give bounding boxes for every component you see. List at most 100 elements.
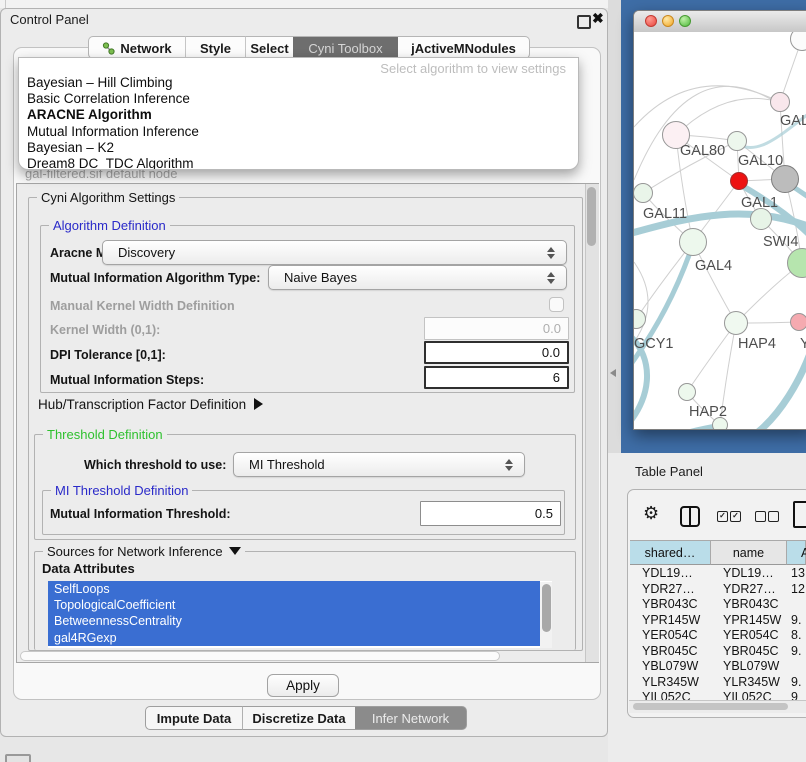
table-body: YDL19…YDL19…13YDR27…YDR27…12YBR043CYBR04… [630, 566, 806, 700]
algorithm-option[interactable]: ARACNE Algorithm [23, 107, 574, 123]
network-canvas[interactable]: GALGAL80GAL10GAL1GAL11SWI4GAL4GCY1HAP4YH… [634, 32, 806, 429]
gear-icon[interactable]: ⚙ [643, 503, 659, 524]
table-hscrollbar-track[interactable] [629, 700, 806, 713]
close-window-icon[interactable] [645, 15, 657, 27]
mi-type-select[interactable]: Naive Bayes [268, 265, 567, 290]
settings-vscrollbar-track[interactable] [585, 184, 599, 662]
columns-icon[interactable] [680, 506, 700, 527]
stepper-arrows-icon [505, 459, 513, 471]
manual-kernel-checkbox[interactable] [549, 297, 564, 312]
settings-hscrollbar-thumb[interactable] [20, 651, 500, 661]
algorithm-dropdown-placeholder: Select algorithm to view settings [380, 61, 566, 76]
table-hscrollbar-thumb[interactable] [633, 703, 788, 710]
mi-steps-input[interactable]: 6 [424, 366, 569, 389]
table-cell: 9. [787, 613, 806, 629]
mi-threshold-input[interactable]: 0.5 [420, 501, 561, 526]
table-row[interactable]: YER054CYER054C8. [630, 628, 806, 644]
checked-checkbox-icon[interactable]: ✓ [717, 511, 728, 522]
data-attributes-list[interactable]: SelfLoopsTopologicalCoefficientBetweenne… [48, 581, 552, 648]
algorithm-option[interactable]: Dream8 DC_TDC Algorithm [23, 156, 574, 170]
algorithm-option[interactable]: Bayesian – K2 [23, 140, 574, 156]
network-node-label: GCY1 [634, 336, 674, 352]
table-row[interactable]: YBR043CYBR043C [630, 597, 806, 613]
algorithm-option[interactable]: Mutual Information Inference [23, 124, 574, 140]
algorithm-option[interactable]: Basic Correlation Inference [23, 91, 574, 107]
table-cell: YLR345W [630, 675, 711, 691]
network-window[interactable]: GALGAL80GAL10GAL1GAL11SWI4GAL4GCY1HAP4YH… [633, 10, 806, 430]
tab-discretize-data[interactable]: Discretize Data [242, 706, 355, 730]
apply-button[interactable]: Apply [267, 674, 339, 697]
network-node[interactable] [771, 165, 799, 193]
dpi-tolerance-input[interactable]: 0.0 [424, 341, 569, 364]
sources-legend-label: Sources for Network Inference [47, 544, 223, 559]
network-node[interactable] [730, 172, 748, 190]
network-node[interactable] [724, 311, 748, 335]
list-scrollbar-thumb[interactable] [542, 584, 551, 632]
table-cell: 8. [787, 628, 806, 644]
which-threshold-select[interactable]: MI Threshold [233, 452, 525, 477]
table-cell: 13 [787, 566, 806, 582]
unchecked-checkbox-icon[interactable] [768, 511, 779, 522]
tab-impute-data[interactable]: Impute Data [145, 706, 242, 730]
table-cell: YIL052C [711, 690, 787, 700]
sources-legend[interactable]: Sources for Network Inference [43, 544, 245, 559]
column-header-name[interactable]: name [711, 540, 787, 565]
table-cell: YPR145W [711, 613, 787, 629]
data-attribute-item[interactable]: BetweennessCentrality [48, 613, 540, 629]
float-panel-icon[interactable] [577, 15, 591, 29]
tab-jactivemnodules[interactable]: jActiveMNodules [398, 36, 530, 59]
table-cell: YIL052C [630, 690, 711, 700]
data-attribute-item[interactable]: TopologicalCoefficient [48, 597, 540, 613]
data-attribute-item[interactable]: gal4RGexp [48, 630, 540, 646]
tab-infer-network[interactable]: Infer Network [355, 706, 467, 730]
file-icon[interactable] [793, 501, 806, 528]
threshold-definition-legend: Threshold Definition [43, 427, 167, 442]
table-row[interactable]: YLR345WYLR345W9. [630, 675, 806, 691]
hub-definition-toggle[interactable]: Hub/Transcription Factor Definition [38, 397, 263, 412]
table-row[interactable]: YBL079WYBL079W [630, 659, 806, 675]
screen: Control Panel ✖ Network Style Select Cyn… [0, 0, 806, 762]
tab-style[interactable]: Style [185, 36, 245, 59]
unchecked-checkbox-icon[interactable] [755, 511, 766, 522]
panel-divider[interactable] [608, 0, 621, 453]
network-node[interactable] [678, 383, 696, 401]
close-panel-icon[interactable]: ✖ [592, 10, 604, 27]
tab-network[interactable]: Network [88, 36, 185, 59]
tab-cyni-toolbox[interactable]: Cyni Toolbox [293, 36, 398, 59]
table-row[interactable]: YIL052CYIL052C9 [630, 690, 806, 700]
divider-collapse-icon[interactable] [610, 369, 616, 377]
data-attribute-item[interactable]: SelfLoops [48, 581, 540, 597]
table-row[interactable]: YPR145WYPR145W9. [630, 613, 806, 629]
algorithm-option[interactable]: Bayesian – Hill Climbing [23, 75, 574, 91]
column-header-third[interactable]: A [787, 540, 806, 565]
table-row[interactable]: YDL19…YDL19…13 [630, 566, 806, 582]
tab-jactivemnodules-label: jActiveMNodules [411, 41, 516, 56]
column-header-shared[interactable]: shared… [630, 540, 711, 565]
aracne-mode-select[interactable]: Discovery [102, 240, 567, 265]
network-node[interactable] [770, 92, 790, 112]
table-cell: YBL079W [711, 659, 787, 675]
minimized-panel-icon[interactable] [5, 754, 31, 762]
network-node[interactable] [790, 313, 806, 331]
table-row[interactable]: YDR27…YDR27…12 [630, 582, 806, 598]
minimize-window-icon[interactable] [662, 15, 674, 27]
network-window-titlebar[interactable] [634, 11, 806, 33]
network-node[interactable] [727, 131, 747, 151]
control-panel-title: Control Panel [10, 12, 89, 27]
zoom-window-icon[interactable] [679, 15, 691, 27]
tab-select[interactable]: Select [245, 36, 293, 59]
network-node[interactable] [750, 208, 772, 230]
mi-type-label: Mutual Information Algorithm Type: [50, 271, 260, 285]
network-node-label: GAL11 [643, 206, 687, 222]
table-cell [787, 597, 806, 613]
table-row[interactable]: YBR045CYBR045C9. [630, 644, 806, 660]
mi-steps-label: Mutual Information Steps: [50, 373, 204, 387]
checked-checkbox-icon[interactable]: ✓ [730, 511, 741, 522]
network-node[interactable] [712, 417, 728, 429]
network-node[interactable] [679, 228, 707, 256]
settings-vscrollbar-thumb[interactable] [587, 187, 596, 246]
data-attributes-label: Data Attributes [42, 561, 135, 576]
kernel-width-input[interactable]: 0.0 [424, 317, 569, 340]
table-cell: YBL079W [630, 659, 711, 675]
network-node[interactable] [634, 183, 653, 203]
